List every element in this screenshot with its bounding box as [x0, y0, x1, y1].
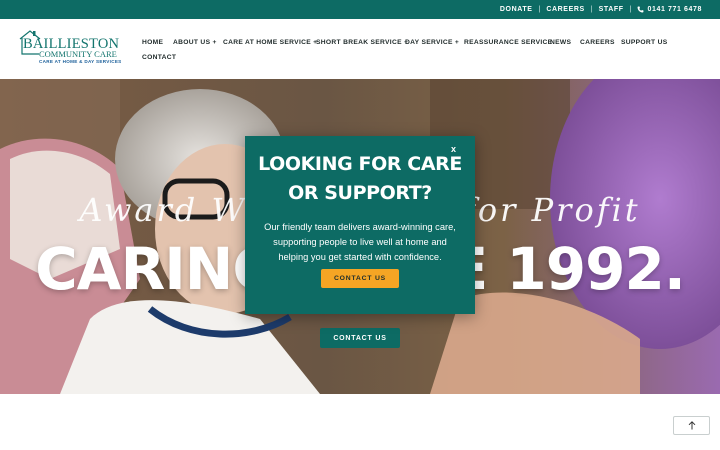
nav-contact[interactable]: CONTACT	[142, 54, 176, 61]
popup-title: LOOKING FOR CARE OR SUPPORT?	[245, 150, 475, 208]
divider: |	[629, 6, 632, 13]
nav-reassurance[interactable]: REASSURANCE SERVICE	[464, 39, 552, 46]
phone-link[interactable]: 0141 771 6478	[637, 6, 702, 13]
page-content-area	[0, 394, 720, 450]
phone-number: 0141 771 6478	[647, 6, 702, 13]
popup-title-line-1: LOOKING FOR CARE	[258, 153, 462, 175]
staff-link[interactable]: STAFF	[599, 6, 624, 13]
nav-home[interactable]: HOME	[142, 39, 163, 46]
popup-contact-button[interactable]: CONTACT US	[321, 269, 399, 288]
hero-contact-button[interactable]: CONTACT US	[320, 328, 400, 348]
nav-care-at-home[interactable]: CARE AT HOME SERVICE +	[223, 39, 317, 46]
scroll-to-top-button[interactable]	[673, 416, 710, 435]
logo-tagline: CARE AT HOME & DAY SERVICES	[39, 59, 122, 64]
care-support-popup: x LOOKING FOR CARE OR SUPPORT? Our frien…	[245, 136, 475, 314]
divider: |	[590, 6, 593, 13]
careers-link[interactable]: CAREERS	[546, 6, 584, 13]
site-logo[interactable]: BAILLIESTON COMMUNITY CARE CARE AT HOME …	[17, 27, 121, 67]
logo-subtitle: COMMUNITY CARE	[39, 49, 117, 59]
phone-icon	[638, 6, 644, 13]
utility-links: DONATE | CAREERS | STAFF | 0141 771 6478	[500, 0, 702, 19]
popup-title-line-2: OR SUPPORT?	[288, 182, 432, 204]
site-header: BAILLIESTON COMMUNITY CARE CARE AT HOME …	[0, 19, 720, 79]
nav-support-us[interactable]: SUPPORT US	[621, 39, 667, 46]
arrow-up-icon	[688, 421, 695, 430]
nav-news[interactable]: NEWS	[550, 39, 571, 46]
divider: |	[538, 6, 541, 13]
nav-about-us[interactable]: ABOUT US +	[173, 39, 217, 46]
nav-day-service[interactable]: DAY SERVICE +	[405, 39, 459, 46]
top-utility-bar: DONATE | CAREERS | STAFF | 0141 771 6478	[0, 0, 720, 19]
nav-short-break[interactable]: SHORT BREAK SERVICE +	[316, 39, 408, 46]
nav-careers[interactable]: CAREERS	[580, 39, 615, 46]
donate-link[interactable]: DONATE	[500, 6, 533, 13]
popup-description: Our friendly team delivers award-winning…	[264, 222, 456, 262]
